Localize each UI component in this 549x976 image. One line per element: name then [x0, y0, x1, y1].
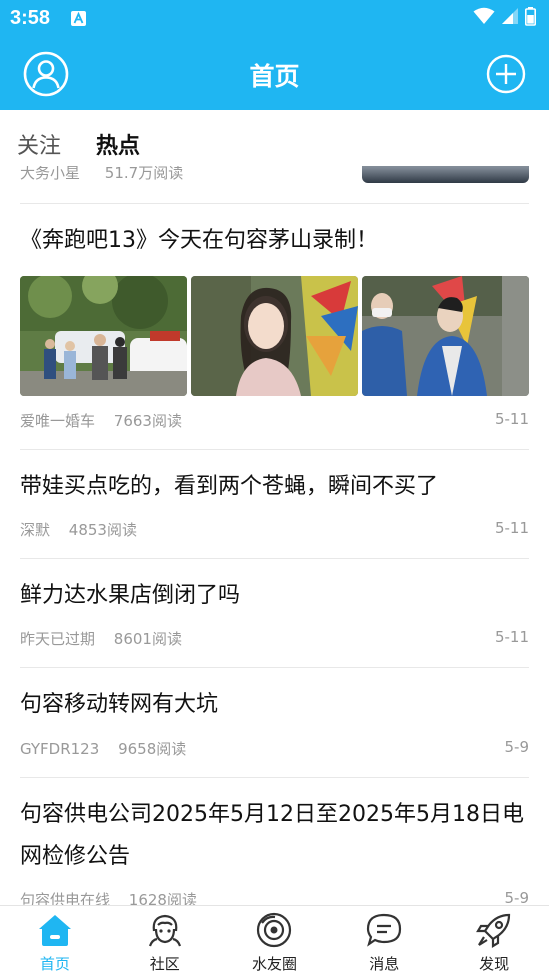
message-icon [367, 913, 402, 947]
nav-circle[interactable]: 水友圈 [220, 906, 330, 976]
notification-a-icon [71, 11, 86, 26]
post-title: 鲜力达水果店倒闭了吗 [20, 583, 241, 608]
nav-label: 社区 [149, 955, 180, 973]
wifi-icon [473, 7, 495, 29]
tab-hot[interactable]: 热点 [96, 128, 140, 160]
post-author: GYFDR123 [20, 740, 100, 758]
nav-discover[interactable]: 发现 [439, 906, 549, 976]
post-reads: 8601阅读 [113, 630, 182, 648]
rocket-icon [476, 913, 511, 948]
nav-label: 发现 [479, 955, 510, 973]
post-feed[interactable]: 大务小星 51.7万阅读 《奔跑吧13》今天在句容茅山录制！ 爱唯一婚车 766… [0, 160, 549, 905]
tab-follow[interactable]: 关注 [17, 128, 61, 160]
page-title: 首页 [249, 62, 300, 91]
home-icon [38, 915, 71, 946]
bottom-nav: 首页 社区 水友圈 消息 发现 [0, 905, 549, 976]
post-reads: 4853阅读 [68, 521, 137, 539]
app-screen: 3:58 首页 关注 热点 大务小星 51.7万阅读 《奔跑吧13》今天在句容茅… [0, 0, 549, 976]
status-icons [473, 6, 536, 30]
nav-label: 水友圈 [251, 955, 297, 973]
post-title: 带娃买点吃的，看到两个苍蝇，瞬间不买了 [20, 474, 439, 499]
post-meta: GYFDR123 9658阅读 5-9 [20, 738, 529, 759]
feed-tabs: 关注 热点 [0, 110, 549, 166]
post-author: 大务小星 [20, 164, 81, 182]
post-date: 5-11 [494, 628, 529, 646]
post-date: 5-11 [494, 519, 529, 537]
post-image-3[interactable] [362, 276, 529, 396]
list-item[interactable]: 带娃买点吃的，看到两个苍蝇，瞬间不买了 深默 4853阅读 5-11 [20, 450, 529, 559]
nav-home[interactable]: 首页 [0, 906, 110, 976]
post-date: 5-9 [504, 889, 530, 905]
list-item[interactable]: 句容供电公司2025年5月12日至2025年5月18日电网检修公告 句容供电在线… [20, 778, 529, 905]
battery-icon [525, 6, 536, 30]
post-meta: 昨天已过期 8601阅读 5-11 [20, 628, 529, 649]
post-reads: 7663阅读 [113, 412, 182, 430]
app-header: 3:58 首页 [0, 0, 549, 110]
list-item-partial[interactable]: 大务小星 51.7万阅读 [20, 160, 529, 204]
nav-messages[interactable]: 消息 [329, 906, 439, 976]
status-time: 3:58 [10, 7, 51, 29]
post-reads: 9658阅读 [118, 740, 187, 758]
post-date: 5-11 [494, 410, 529, 428]
post-reads: 1628阅读 [128, 891, 197, 905]
community-icon [148, 914, 181, 947]
plus-icon [486, 54, 526, 94]
post-author: 深默 [20, 521, 51, 539]
list-item[interactable]: 《奔跑吧13》今天在句容茅山录制！ 爱唯一婚车 7663阅读 5-11 [20, 204, 529, 450]
nav-community[interactable]: 社区 [110, 906, 220, 976]
circle-icon [257, 912, 292, 948]
post-meta: 深默 4853阅读 5-11 [20, 519, 529, 540]
status-bar: 3:58 [0, 0, 549, 38]
post-date: 5-9 [504, 738, 530, 756]
post-title: 句容移动转网有大坑 [20, 692, 219, 717]
post-image-1[interactable] [20, 276, 187, 396]
post-meta: 爱唯一婚车 7663阅读 5-11 [20, 410, 529, 431]
nav-label: 首页 [39, 955, 70, 973]
list-item[interactable]: 鲜力达水果店倒闭了吗 昨天已过期 8601阅读 5-11 [20, 559, 529, 668]
post-meta: 句容供电在线 1628阅读 5-9 [20, 889, 529, 905]
title-bar: 首页 [0, 38, 549, 110]
post-title: 句容供电公司2025年5月12日至2025年5月18日电网检修公告 [20, 802, 524, 869]
post-reads: 51.7万阅读 [104, 164, 184, 182]
nav-label: 消息 [369, 955, 400, 973]
post-image-2[interactable] [191, 276, 358, 396]
list-item[interactable]: 句容移动转网有大坑 GYFDR123 9658阅读 5-9 [20, 668, 529, 778]
post-author: 句容供电在线 [20, 891, 111, 905]
add-post-button[interactable] [486, 54, 526, 94]
post-author: 昨天已过期 [20, 630, 96, 648]
post-title: 《奔跑吧13》今天在句容茅山录制！ [20, 228, 378, 253]
post-author: 爱唯一婚车 [20, 412, 96, 430]
signal-icon [501, 7, 519, 29]
post-images [20, 276, 529, 396]
